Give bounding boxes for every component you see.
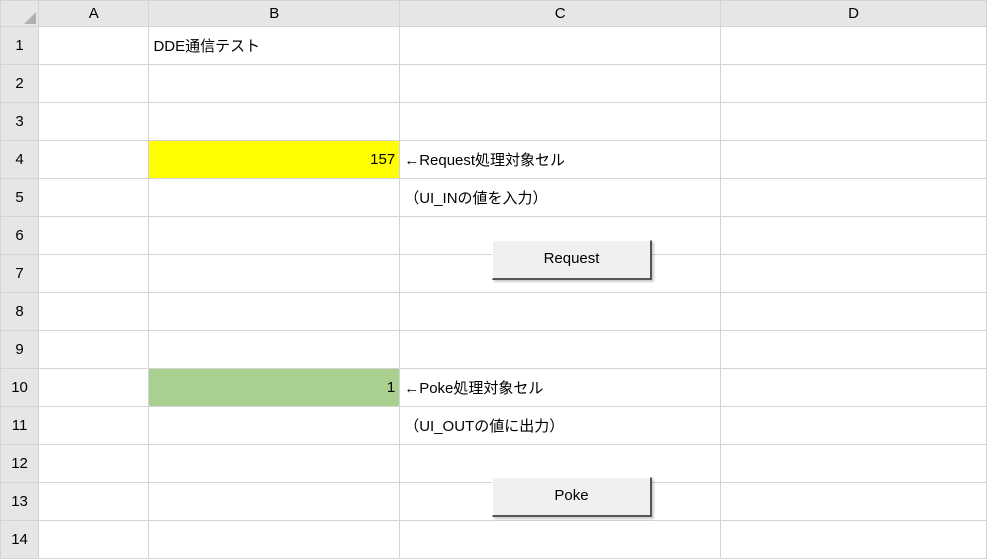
row-header-7[interactable]: 7 [1, 255, 39, 293]
cell-b1[interactable]: DDE通信テスト [149, 27, 400, 65]
row-header-3[interactable]: 3 [1, 103, 39, 141]
cell-a13[interactable] [39, 483, 149, 521]
cell-d5[interactable] [721, 179, 987, 217]
cell-c9[interactable] [400, 331, 721, 369]
cell-d10[interactable] [721, 369, 987, 407]
cell-b4[interactable]: 157 [149, 141, 400, 179]
cell-b5[interactable] [149, 179, 400, 217]
cell-d14[interactable] [721, 521, 987, 559]
cell-d4[interactable] [721, 141, 987, 179]
cell-d11[interactable] [721, 407, 987, 445]
cell-d6[interactable] [721, 217, 987, 255]
cell-d3[interactable] [721, 103, 987, 141]
cell-a7[interactable] [39, 255, 149, 293]
cell-d8[interactable] [721, 293, 987, 331]
cell-c3[interactable] [400, 103, 721, 141]
row-header-9[interactable]: 9 [1, 331, 39, 369]
row-14: 14 [1, 521, 987, 559]
cell-a5[interactable] [39, 179, 149, 217]
cell-a11[interactable] [39, 407, 149, 445]
column-header-a[interactable]: A [39, 1, 149, 27]
cell-d1[interactable] [721, 27, 987, 65]
cell-a8[interactable] [39, 293, 149, 331]
row-4: 4 157 ←Request処理対象セル [1, 141, 987, 179]
cell-b9[interactable] [149, 331, 400, 369]
cell-b8[interactable] [149, 293, 400, 331]
row-header-12[interactable]: 12 [1, 445, 39, 483]
cell-a2[interactable] [39, 65, 149, 103]
cell-a9[interactable] [39, 331, 149, 369]
row-8: 8 [1, 293, 987, 331]
row-header-4[interactable]: 4 [1, 141, 39, 179]
row-9: 9 [1, 331, 987, 369]
cell-c11[interactable]: （UI_OUTの値に出力） [400, 407, 721, 445]
column-header-b[interactable]: B [149, 1, 400, 27]
cell-b2[interactable] [149, 65, 400, 103]
row-header-14[interactable]: 14 [1, 521, 39, 559]
row-5: 5 （UI_INの値を入力） [1, 179, 987, 217]
row-header-6[interactable]: 6 [1, 217, 39, 255]
cell-a12[interactable] [39, 445, 149, 483]
row-2: 2 [1, 65, 987, 103]
cell-a14[interactable] [39, 521, 149, 559]
cell-b13[interactable] [149, 483, 400, 521]
row-1: 1 DDE通信テスト [1, 27, 987, 65]
row-header-11[interactable]: 11 [1, 407, 39, 445]
row-header-8[interactable]: 8 [1, 293, 39, 331]
cell-c8[interactable] [400, 293, 721, 331]
cell-d2[interactable] [721, 65, 987, 103]
cell-c10[interactable]: ←Poke処理対象セル [400, 369, 721, 407]
column-header-d[interactable]: D [721, 1, 987, 27]
poke-button[interactable]: Poke [492, 477, 652, 517]
cell-a1[interactable] [39, 27, 149, 65]
cell-b7[interactable] [149, 255, 400, 293]
row-10: 10 1 ←Poke処理対象セル [1, 369, 987, 407]
row-header-5[interactable]: 5 [1, 179, 39, 217]
row-11: 11 （UI_OUTの値に出力） [1, 407, 987, 445]
cell-d13[interactable] [721, 483, 987, 521]
cell-c2[interactable] [400, 65, 721, 103]
cell-a6[interactable] [39, 217, 149, 255]
select-all-corner[interactable] [1, 1, 39, 27]
cell-b10[interactable]: 1 [149, 369, 400, 407]
cell-b11[interactable] [149, 407, 400, 445]
cell-b12[interactable] [149, 445, 400, 483]
cell-d9[interactable] [721, 331, 987, 369]
column-header-c[interactable]: C [400, 1, 721, 27]
cell-a4[interactable] [39, 141, 149, 179]
row-header-10[interactable]: 10 [1, 369, 39, 407]
cell-d12[interactable] [721, 445, 987, 483]
cell-a3[interactable] [39, 103, 149, 141]
cell-c14[interactable] [400, 521, 721, 559]
cell-c4[interactable]: ←Request処理対象セル [400, 141, 721, 179]
row-header-2[interactable]: 2 [1, 65, 39, 103]
cell-c1[interactable] [400, 27, 721, 65]
row-header-13[interactable]: 13 [1, 483, 39, 521]
cell-d7[interactable] [721, 255, 987, 293]
cell-a10[interactable] [39, 369, 149, 407]
row-3: 3 [1, 103, 987, 141]
cell-b6[interactable] [149, 217, 400, 255]
cell-b3[interactable] [149, 103, 400, 141]
row-header-1[interactable]: 1 [1, 27, 39, 65]
cell-c5[interactable]: （UI_INの値を入力） [400, 179, 721, 217]
request-button[interactable]: Request [492, 240, 652, 280]
cell-b14[interactable] [149, 521, 400, 559]
